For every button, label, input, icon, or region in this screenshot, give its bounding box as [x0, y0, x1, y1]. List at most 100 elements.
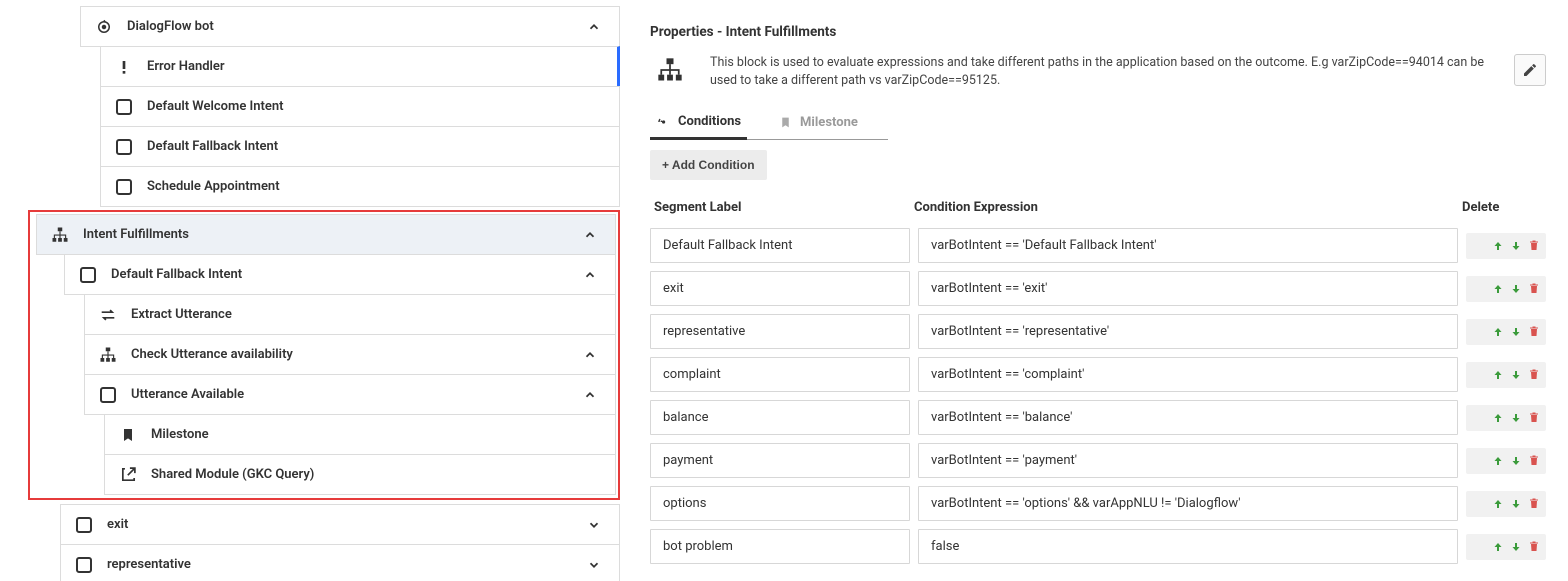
tree-item-label: Milestone — [151, 427, 601, 442]
tree-item-welcome[interactable]: Default Welcome Intent — [100, 86, 620, 127]
checkbox-icon — [115, 178, 133, 196]
move-down-button[interactable] — [1508, 280, 1524, 298]
condition-expression-cell[interactable]: varBotIntent == 'payment' — [918, 443, 1458, 478]
segment-label-cell[interactable]: options — [650, 486, 910, 521]
move-up-button[interactable] — [1490, 280, 1506, 298]
tree-item-label: exit — [107, 517, 587, 532]
tree-item-fallback2[interactable]: Default Fallback Intent — [64, 254, 616, 295]
edit-button[interactable] — [1514, 54, 1546, 86]
chevron-down-icon — [587, 518, 605, 532]
checkbox-icon — [79, 266, 97, 284]
delete-button[interactable] — [1526, 280, 1542, 298]
row-actions — [1466, 491, 1546, 517]
tree-item-label: Check Utterance availability — [131, 347, 583, 362]
move-up-button[interactable] — [1490, 538, 1506, 556]
delete-button[interactable] — [1526, 452, 1542, 470]
tree-item-uttavail[interactable]: Utterance Available — [84, 374, 616, 415]
move-up-button[interactable] — [1490, 452, 1506, 470]
segment-label-cell[interactable]: Default Fallback Intent — [650, 228, 910, 263]
robot-icon — [95, 18, 113, 36]
tree-item-root[interactable]: DialogFlow bot — [80, 6, 620, 47]
row-actions — [1466, 319, 1546, 345]
chevron-up-icon — [587, 20, 605, 34]
checkbox-icon — [115, 98, 133, 116]
tree-panel: DialogFlow bot Error HandlerDefault Welc… — [0, 0, 620, 581]
move-down-button[interactable] — [1508, 237, 1524, 255]
condition-row: complaintvarBotIntent == 'complaint' — [650, 357, 1546, 392]
segment-label-cell[interactable]: representative — [650, 314, 910, 349]
delete-button[interactable] — [1526, 323, 1542, 341]
tree-item-label: Utterance Available — [131, 387, 583, 402]
tree-item-label: Default Fallback Intent — [147, 139, 605, 154]
row-actions — [1466, 233, 1546, 259]
sitemap-icon — [650, 54, 690, 84]
tree-item-extract[interactable]: Extract Utterance — [84, 294, 616, 335]
delete-button[interactable] — [1526, 237, 1542, 255]
add-condition-button[interactable]: + Add Condition — [650, 150, 767, 180]
move-down-button[interactable] — [1508, 538, 1524, 556]
condition-expression-cell[interactable]: varBotIntent == 'Default Fallback Intent… — [918, 228, 1458, 263]
segment-label-cell[interactable]: complaint — [650, 357, 910, 392]
segment-label-cell[interactable]: balance — [650, 400, 910, 435]
bookmark-icon — [119, 426, 137, 444]
delete-button[interactable] — [1526, 495, 1542, 513]
tree-item-milestone[interactable]: Milestone — [104, 414, 616, 455]
col-condition-expression: Condition Expression — [914, 200, 1462, 215]
chevron-down-icon — [587, 558, 605, 572]
move-down-button[interactable] — [1508, 409, 1524, 427]
move-down-button[interactable] — [1508, 323, 1524, 341]
tree-item-fallback1[interactable]: Default Fallback Intent — [100, 126, 620, 167]
segment-label-cell[interactable]: payment — [650, 443, 910, 478]
move-up-button[interactable] — [1490, 323, 1506, 341]
tab-conditions[interactable]: Conditions — [650, 106, 747, 140]
condition-row: Default Fallback IntentvarBotIntent == '… — [650, 228, 1546, 263]
condition-row: optionsvarBotIntent == 'options' && varA… — [650, 486, 1546, 521]
tree-item-label: Default Fallback Intent — [111, 267, 583, 282]
checkbox-icon — [99, 386, 117, 404]
segment-label-cell[interactable]: exit — [650, 271, 910, 306]
condition-row: paymentvarBotIntent == 'payment' — [650, 443, 1546, 478]
move-down-button[interactable] — [1508, 366, 1524, 384]
delete-button[interactable] — [1526, 538, 1542, 556]
tabs: Conditions Milestone — [650, 106, 888, 140]
tree-item-exit[interactable]: exit — [60, 504, 620, 545]
col-segment-label: Segment Label — [654, 200, 914, 215]
delete-button[interactable] — [1526, 366, 1542, 384]
condition-expression-cell[interactable]: varBotIntent == 'options' && varAppNLU !… — [918, 486, 1458, 521]
move-down-button[interactable] — [1508, 452, 1524, 470]
row-actions — [1466, 448, 1546, 474]
tree-item-shared[interactable]: Shared Module (GKC Query) — [104, 454, 616, 495]
tab-milestone[interactable]: Milestone — [773, 106, 864, 139]
tree-item-error[interactable]: Error Handler — [100, 46, 620, 87]
move-up-button[interactable] — [1490, 495, 1506, 513]
external-icon — [119, 466, 137, 484]
move-down-button[interactable] — [1508, 495, 1524, 513]
tree-item-schedule[interactable]: Schedule Appointment — [100, 166, 620, 207]
tree-item-label: Intent Fulfillments — [83, 227, 583, 242]
tree-item-label: representative — [107, 557, 587, 572]
highlighted-section: Intent Fulfillments Default Fallback Int… — [28, 210, 620, 500]
condition-expression-cell[interactable]: varBotIntent == 'balance' — [918, 400, 1458, 435]
condition-expression-cell[interactable]: varBotIntent == 'exit' — [918, 271, 1458, 306]
row-actions — [1466, 362, 1546, 388]
tree-item-rep[interactable]: representative — [60, 544, 620, 581]
tree-item-intent-fulfillments[interactable]: Intent Fulfillments — [36, 214, 616, 255]
conditions-header-row: Segment Label Condition Expression Delet… — [650, 188, 1546, 228]
row-actions — [1466, 276, 1546, 302]
tree-item-label: Shared Module (GKC Query) — [151, 467, 601, 482]
move-up-button[interactable] — [1490, 237, 1506, 255]
tab-label: Conditions — [678, 114, 741, 129]
conditions-table: Segment Label Condition Expression Delet… — [650, 188, 1546, 564]
move-up-button[interactable] — [1490, 366, 1506, 384]
delete-button[interactable] — [1526, 409, 1542, 427]
tree-item-checkutt[interactable]: Check Utterance availability — [84, 334, 616, 375]
checkbox-icon — [75, 556, 93, 574]
exclaim-icon — [115, 58, 133, 76]
properties-title: Properties - Intent Fulfillments — [650, 24, 1546, 40]
checkbox-icon — [115, 138, 133, 156]
condition-expression-cell[interactable]: varBotIntent == 'complaint' — [918, 357, 1458, 392]
condition-expression-cell[interactable]: false — [918, 529, 1458, 564]
move-up-button[interactable] — [1490, 409, 1506, 427]
condition-expression-cell[interactable]: varBotIntent == 'representative' — [918, 314, 1458, 349]
segment-label-cell[interactable]: bot problem — [650, 529, 910, 564]
